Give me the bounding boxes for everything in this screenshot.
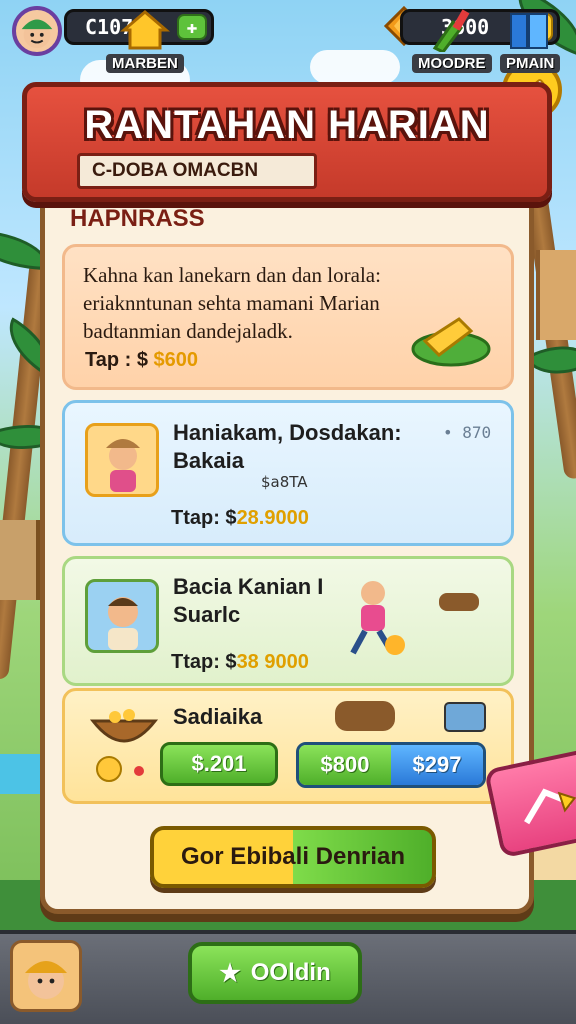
- quest-price: Ttap: $38 9000: [171, 651, 309, 674]
- quest-price-value: 38 9000: [236, 651, 309, 673]
- page-title: RANTAHAN HARIAN: [84, 103, 490, 147]
- avatar-face-icon: [21, 19, 53, 49]
- quest-portrait: [85, 579, 159, 653]
- quest-badge-value: 870: [462, 423, 492, 442]
- star-icon: ★: [219, 959, 241, 987]
- main-action-button[interactable]: Gor Ebibali Denrian: [150, 826, 436, 888]
- quest-price: Ttap: $28.9000: [171, 507, 309, 530]
- quest-detail: $a8TA: [261, 473, 308, 491]
- food-bowl-icon: [89, 709, 159, 782]
- running-character-icon: [350, 581, 479, 655]
- plus-icon: ✚: [186, 16, 198, 38]
- books-icon: [510, 13, 549, 49]
- quest-card-green[interactable]: Bacia Kanian I Suarlc Ttap: $38 9000: [62, 556, 514, 686]
- nav-label: MOODRE: [412, 54, 492, 73]
- quest-price-tag: Ttap: $: [171, 507, 237, 529]
- intro-description: Kahna kan lanekarn dan dan lorala: eriak…: [83, 263, 381, 343]
- purchase-gems-option[interactable]: $297: [391, 745, 483, 785]
- nav-item-marben[interactable]: MARBEN: [106, 8, 184, 73]
- cheese-leaf-icon: [411, 317, 491, 367]
- intro-price-value: $600: [153, 349, 199, 371]
- nav-label: OOldin: [250, 959, 331, 986]
- purchase-split-button[interactable]: $800 $297: [296, 742, 486, 788]
- character-icon: [106, 439, 140, 492]
- nav-item-pmain[interactable]: PMAIN: [500, 8, 561, 73]
- nav-item-moodre[interactable]: MOODRE: [412, 8, 492, 73]
- section-heading: HAPNRASS: [70, 205, 205, 232]
- intro-price: Tap : $ $600: [85, 349, 198, 372]
- player-avatar[interactable]: [12, 6, 62, 56]
- quest-badge: • 870: [443, 423, 492, 442]
- purchase-coins-option[interactable]: $800: [299, 745, 391, 785]
- nav-item-center[interactable]: ★ OOldin: [188, 942, 362, 1004]
- quest-price-value: 28.9000: [236, 507, 309, 529]
- reward-button-label: $.201: [191, 751, 247, 776]
- nav-label: MARBEN: [106, 54, 184, 73]
- main-action-label: Gor Ebibali Denrian: [180, 843, 406, 870]
- profile-button[interactable]: [10, 940, 82, 1012]
- quest-portrait: [85, 423, 159, 497]
- nav-label: PMAIN: [500, 54, 561, 73]
- house-icon: [119, 10, 170, 50]
- intro-card: Kahna kan lanekarn dan dan lorala: eriak…: [62, 244, 514, 390]
- hut: [536, 250, 576, 340]
- quest-price-tag: Ttap: $: [171, 651, 237, 673]
- title-banner: RANTAHAN HARIAN C-DOBA OMACBN: [22, 82, 552, 202]
- quest-title: Haniakam, Dosdakan: Bakaia: [173, 420, 402, 473]
- share-arrow-icon: [524, 788, 576, 825]
- character-icon: [108, 597, 138, 650]
- quest-card-blue[interactable]: Haniakam, Dosdakan: Bakaia • 870 $a8TA T…: [62, 400, 514, 546]
- quest-title: Sadiaika: [173, 704, 263, 729]
- hut: [0, 520, 40, 600]
- reward-button[interactable]: $.201: [160, 742, 278, 786]
- profile-avatar-icon: [25, 961, 67, 999]
- shovel-icon: [432, 9, 470, 52]
- page-subtitle: C-DOBA OMACBN: [77, 153, 317, 189]
- intro-price-tag: Tap : $: [85, 349, 148, 371]
